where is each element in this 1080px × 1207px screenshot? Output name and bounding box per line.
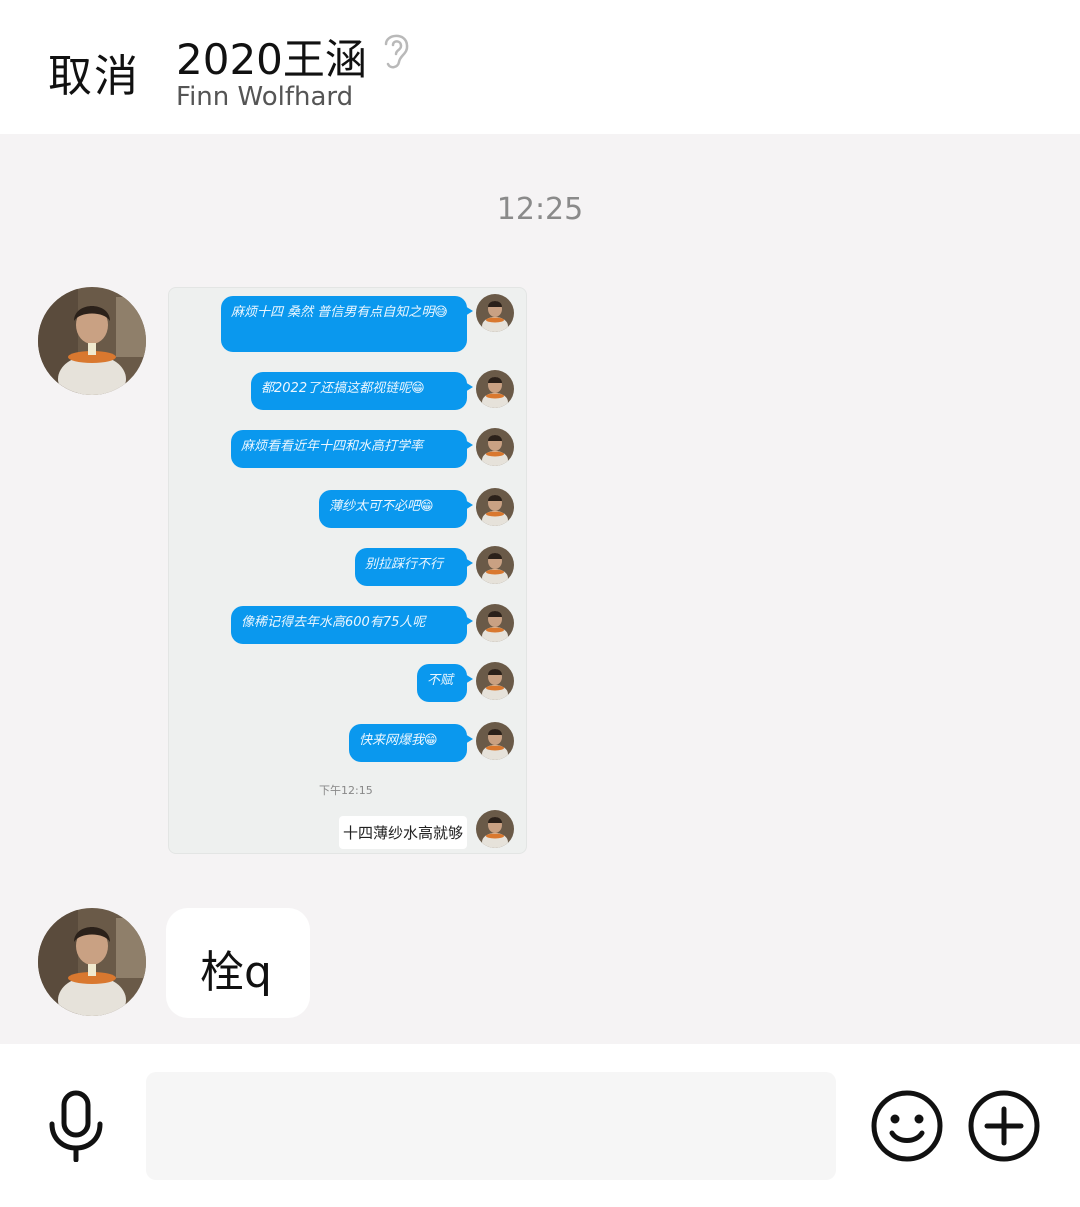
mini-avatar [476, 662, 514, 700]
mini-avatar [476, 294, 514, 332]
message-text: 栓q [200, 947, 272, 998]
mini-avatar [476, 546, 514, 584]
blue-bubble: 麻烦看看近年十四和水高打学率 [231, 430, 473, 468]
mini-avatar [476, 428, 514, 466]
message-bubble[interactable]: 栓q [166, 908, 310, 1018]
chat-title: 2020王涵 [176, 35, 367, 84]
plus-icon[interactable] [967, 1089, 1041, 1163]
chat-subtitle: Finn Wolfhard [176, 82, 354, 112]
screenshot-timestamp: 下午12:15 [319, 784, 373, 797]
blue-bubble: 薄纱太可不必吧😁 [319, 490, 473, 528]
mini-avatar [476, 370, 514, 408]
blue-bubble: 都2022了还搞这都视链呢😁 [251, 372, 473, 410]
blue-bubble: 像稀记得去年水高600有75人呢 [231, 606, 473, 644]
emoji-icon[interactable] [870, 1089, 944, 1163]
avatar[interactable] [38, 908, 146, 1016]
blue-bubble: 别拉踩行不行 [355, 548, 473, 586]
microphone-icon[interactable] [46, 1090, 106, 1162]
mini-avatar [476, 604, 514, 642]
ear-icon[interactable] [376, 28, 416, 72]
white-bubble: 十四薄纱水高就够 [339, 816, 468, 849]
cancel-button[interactable]: 取消 [48, 40, 140, 104]
avatar[interactable] [38, 287, 146, 395]
mini-avatar [476, 488, 514, 526]
chat-timestamp: 12:25 [496, 192, 584, 227]
blue-bubble: 快来网爆我😁 [349, 724, 473, 762]
mini-avatar [476, 722, 514, 760]
mini-avatar [476, 810, 514, 848]
message-input[interactable] [146, 1072, 836, 1180]
screenshot-message[interactable]: 麻烦十四 桑然 普信男有点自知之明😅 都2022了还搞这都视链呢😁 麻烦看看近年… [168, 287, 527, 854]
blue-bubble: 麻烦十四 桑然 普信男有点自知之明😅 [221, 296, 473, 352]
blue-bubble: 不赋 [417, 664, 473, 702]
chat-header: 取消 2020王涵 Finn Wolfhard [0, 0, 1080, 134]
